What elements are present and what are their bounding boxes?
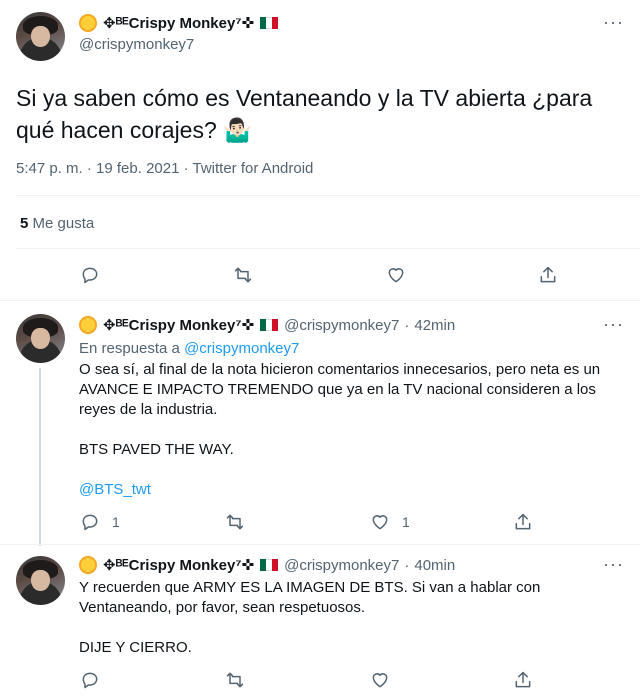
reply-to-handle[interactable]: @crispymonkey7 xyxy=(184,340,299,357)
divider xyxy=(16,248,640,249)
separator-dot: · xyxy=(404,556,410,574)
retweet-button[interactable] xyxy=(225,670,245,690)
sun-badge-icon xyxy=(79,14,97,32)
retweet-button[interactable] xyxy=(233,265,253,285)
reply-context: En respuesta a @crispymonkey7 xyxy=(79,340,299,357)
author-name[interactable]: ✥ᴮᴱCrispy Monkey⁷✜ xyxy=(103,556,254,574)
retweet-button[interactable] xyxy=(225,512,257,532)
tweet-text: Si ya saben cómo es Ventaneando y la TV … xyxy=(16,85,593,143)
mexico-flag-icon xyxy=(260,559,279,571)
reply-button[interactable] xyxy=(80,670,100,690)
share-button[interactable] xyxy=(513,670,533,690)
tweet-time[interactable]: 42min xyxy=(414,317,455,334)
share-icon xyxy=(515,513,531,530)
author-handle[interactable]: @crispymonkey7 xyxy=(284,557,399,574)
author-row: ✥ᴮᴱCrispy Monkey⁷✜ @crispymonkey7 · 40mi… xyxy=(79,556,455,574)
author-handle[interactable]: @crispymonkey7 xyxy=(79,36,194,53)
retweet-icon xyxy=(226,672,244,688)
tweet-time[interactable]: 40min xyxy=(414,557,455,574)
like-button[interactable]: 1 xyxy=(370,512,410,532)
retweet-icon xyxy=(226,514,244,530)
mexico-flag-icon xyxy=(260,17,279,29)
reply-count: 1 xyxy=(112,514,120,530)
like-icon xyxy=(388,268,404,283)
likes-label: Me gusta xyxy=(32,215,95,232)
tweet-paragraph: DIJE Y CIERRO. xyxy=(79,639,192,656)
reply-to-prefix: En respuesta a xyxy=(79,340,180,357)
tweet-text: O sea sí, al final de la nota hicieron c… xyxy=(79,360,619,500)
divider xyxy=(16,195,640,196)
likes-stat[interactable]: 5 Me gusta xyxy=(20,215,94,232)
likes-count: 5 xyxy=(20,215,29,232)
sun-badge-icon xyxy=(79,556,97,574)
like-icon xyxy=(372,673,388,688)
tweet-text: Y recuerden que ARMY ES LA IMAGEN DE BTS… xyxy=(79,578,619,658)
retweet-icon xyxy=(234,267,252,283)
like-button[interactable] xyxy=(386,265,406,285)
author-row: ✥ᴮᴱCrispy Monkey⁷✜ xyxy=(79,14,279,32)
avatar[interactable] xyxy=(16,314,65,363)
avatar-face xyxy=(30,569,51,592)
more-options-icon[interactable]: ··· xyxy=(603,12,624,33)
author-name[interactable]: ✥ᴮᴱCrispy Monkey⁷✜ xyxy=(103,316,254,334)
tweet-paragraph: BTS PAVED THE WAY. xyxy=(79,441,234,458)
avatar-face xyxy=(30,327,51,350)
tweet-paragraph: O sea sí, al final de la nota hicieron c… xyxy=(79,361,601,418)
author-row: ✥ᴮᴱCrispy Monkey⁷✜ @crispymonkey7 · 42mi… xyxy=(79,316,455,334)
tweet-paragraph: Y recuerden que ARMY ES LA IMAGEN DE BTS… xyxy=(79,579,541,616)
reply-icon xyxy=(82,267,98,284)
avatar[interactable] xyxy=(16,12,65,61)
like-count: 1 xyxy=(402,514,410,530)
tweet-timestamp[interactable]: 5:47 p. m. · 19 feb. 2021 · Twitter for … xyxy=(16,160,313,177)
divider xyxy=(0,544,640,545)
separator-dot: · xyxy=(404,316,410,334)
avatar-face xyxy=(30,25,51,48)
reply-button[interactable] xyxy=(80,265,100,285)
author-handle[interactable]: @crispymonkey7 xyxy=(284,317,399,334)
avatar[interactable] xyxy=(16,556,65,605)
divider xyxy=(0,300,640,301)
mention-link[interactable]: @BTS_twt xyxy=(79,480,619,500)
mexico-flag-icon xyxy=(260,319,279,331)
sun-badge-icon xyxy=(79,316,97,334)
more-options-icon[interactable]: ··· xyxy=(603,314,624,335)
reply-button[interactable]: 1 xyxy=(80,512,120,532)
share-icon xyxy=(515,671,531,688)
like-icon xyxy=(372,515,388,530)
like-button[interactable] xyxy=(370,670,390,690)
author-name[interactable]: ✥ᴮᴱCrispy Monkey⁷✜ xyxy=(103,14,254,32)
share-button[interactable] xyxy=(538,265,558,285)
reply-icon xyxy=(82,672,98,689)
share-button[interactable] xyxy=(513,512,533,532)
share-icon xyxy=(540,266,556,283)
more-options-icon[interactable]: ··· xyxy=(603,554,624,575)
thread-line xyxy=(39,368,41,546)
reply-icon xyxy=(82,514,98,531)
